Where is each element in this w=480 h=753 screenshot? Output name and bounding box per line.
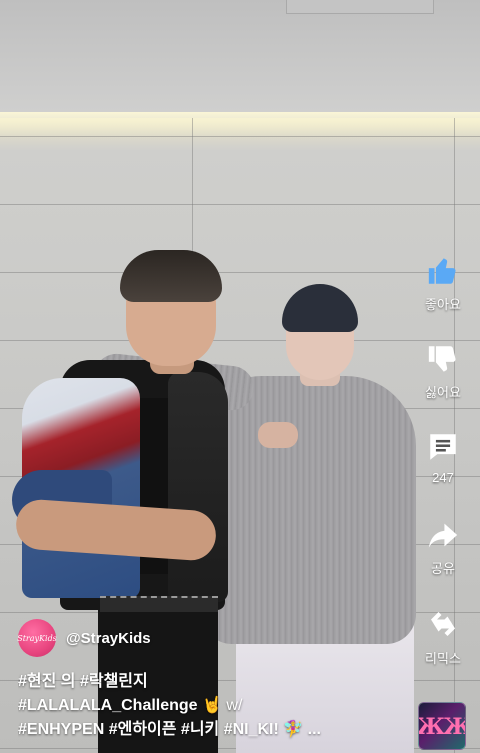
share-icon	[428, 523, 458, 548]
thumbs-up-icon	[428, 258, 456, 284]
channel-avatar[interactable]: StrayKids	[17, 619, 57, 657]
caption-line-2: #LALALALA_Challenge 🤘 w/	[18, 694, 410, 718]
sound-thumbnail[interactable]: ЖЖ	[418, 702, 466, 750]
remix-label: 리믹스	[425, 651, 461, 666]
comments-button[interactable]: 247	[412, 430, 474, 500]
person-left-belt	[100, 596, 218, 612]
person-left-jacket-right	[168, 372, 228, 602]
share-label: 공유	[431, 561, 455, 576]
remix-icon	[431, 612, 455, 636]
share-button[interactable]: 공유	[412, 518, 474, 588]
caption-line-2-tags: #LALALALA_Challenge 🤘	[18, 697, 227, 714]
comment-icon	[430, 434, 456, 460]
like-label: 좋아요	[425, 297, 461, 312]
channel-info[interactable]: StrayKids @StrayKids	[17, 618, 151, 658]
caption-line-2-tail: w/	[226, 697, 243, 714]
comments-count: 247	[432, 470, 454, 485]
channel-name[interactable]: @StrayKids	[66, 630, 151, 647]
person-right-hand	[258, 422, 298, 448]
avatar-logo-text: StrayKids	[17, 633, 57, 643]
ceiling-vent	[286, 0, 434, 14]
remix-button[interactable]: 리믹스	[412, 606, 474, 676]
person-left-hair	[120, 250, 222, 302]
sound-thumbnail-art-icon: ЖЖ	[418, 714, 465, 740]
caption-line-3: #ENHYPEN #엔하이픈 #니키 #NI_KI! 🧚‍♀️ ...	[18, 721, 321, 738]
caption-line-1: #현진 의 #락챌린지	[18, 673, 148, 690]
video-caption[interactable]: #현진 의 #락챌린지 #LALALALA_Challenge 🤘 w/ #EN…	[18, 670, 410, 742]
dislike-button[interactable]: 싫어요	[412, 342, 474, 412]
person-right-sweater	[202, 376, 416, 644]
dislike-label: 싫어요	[425, 385, 461, 400]
ceiling	[0, 0, 480, 118]
thumbs-down-icon	[428, 346, 456, 372]
like-button[interactable]: 좋아요	[412, 254, 474, 324]
